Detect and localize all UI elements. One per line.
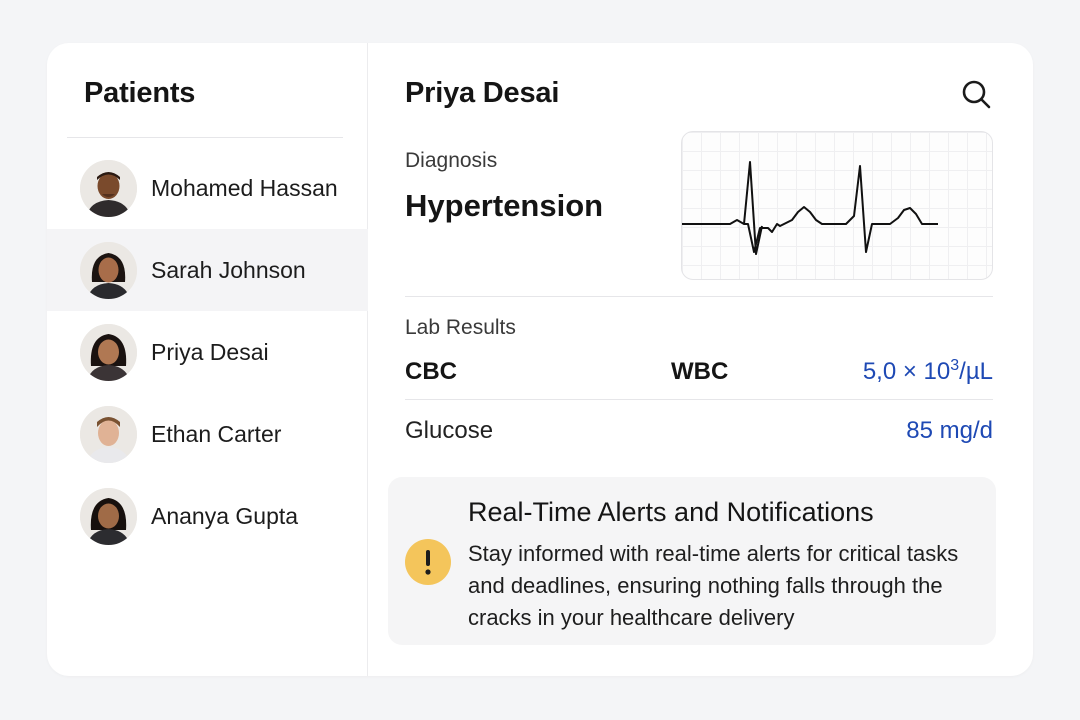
diagnosis-label: Diagnosis — [405, 149, 498, 172]
patient-dashboard-card: Patients Mohamed Hassan Sarah Johnson Pr… — [47, 43, 1033, 676]
patient-name: Sarah Johnson — [151, 256, 306, 283]
wbc-value: 5,0 × 103/µL — [863, 357, 993, 386]
diagnosis-value: Hypertension — [405, 188, 604, 223]
patient-name: Ananya Gupta — [151, 502, 299, 529]
patient-title: Priya Desai — [405, 77, 560, 109]
avatar — [80, 405, 137, 463]
avatar — [80, 159, 137, 217]
alert-notification-card: Real-Time Alerts and Notifications Stay … — [388, 477, 996, 645]
search-button[interactable] — [959, 77, 993, 111]
wbc-value-base: 5,0 × 10 — [862, 358, 951, 385]
avatar — [80, 323, 137, 381]
patient-detail-panel: Priya Desai Diagnosis Hypertension Lab R… — [369, 43, 1033, 676]
avatar — [80, 241, 137, 299]
sidebar-divider — [67, 137, 343, 138]
wbc-value-unit: /µL — [959, 358, 993, 385]
glucose-value: 85 mg/d — [906, 417, 993, 444]
search-icon — [962, 80, 991, 109]
wbc-value-exponent: 3 — [950, 357, 960, 374]
patient-list: Mohamed Hassan Sarah Johnson Priya Desai… — [47, 147, 368, 557]
sidebar-title: Patients — [84, 77, 196, 109]
lab-row-divider — [405, 399, 993, 400]
section-divider — [405, 296, 993, 297]
patients-sidebar: Patients Mohamed Hassan Sarah Johnson Pr… — [47, 43, 368, 676]
patient-name: Ethan Carter — [151, 420, 282, 447]
ecg-chart — [681, 131, 993, 280]
alert-title: Real-Time Alerts and Notifications — [468, 497, 874, 527]
patient-item-ananya-gupta[interactable]: Ananya Gupta — [47, 475, 368, 557]
glucose-label: Glucose — [405, 417, 494, 444]
patient-item-priya-desai[interactable]: Priya Desai — [47, 311, 368, 393]
patient-name: Mohamed Hassan — [151, 174, 338, 201]
exclamation-icon — [405, 539, 451, 585]
wbc-label: WBC — [671, 358, 729, 385]
ecg-waveform-icon — [682, 161, 938, 255]
patient-name: Priya Desai — [151, 338, 269, 365]
cbc-label: CBC — [405, 358, 457, 385]
alert-body: Stay informed with real-time alerts for … — [468, 541, 959, 630]
patient-item-sarah-johnson[interactable]: Sarah Johnson — [47, 229, 368, 311]
lab-results-label: Lab Results — [405, 316, 516, 339]
patient-item-mohamed-hassan[interactable]: Mohamed Hassan — [47, 147, 368, 229]
patient-item-ethan-carter[interactable]: Ethan Carter — [47, 393, 368, 475]
avatar — [80, 487, 137, 545]
